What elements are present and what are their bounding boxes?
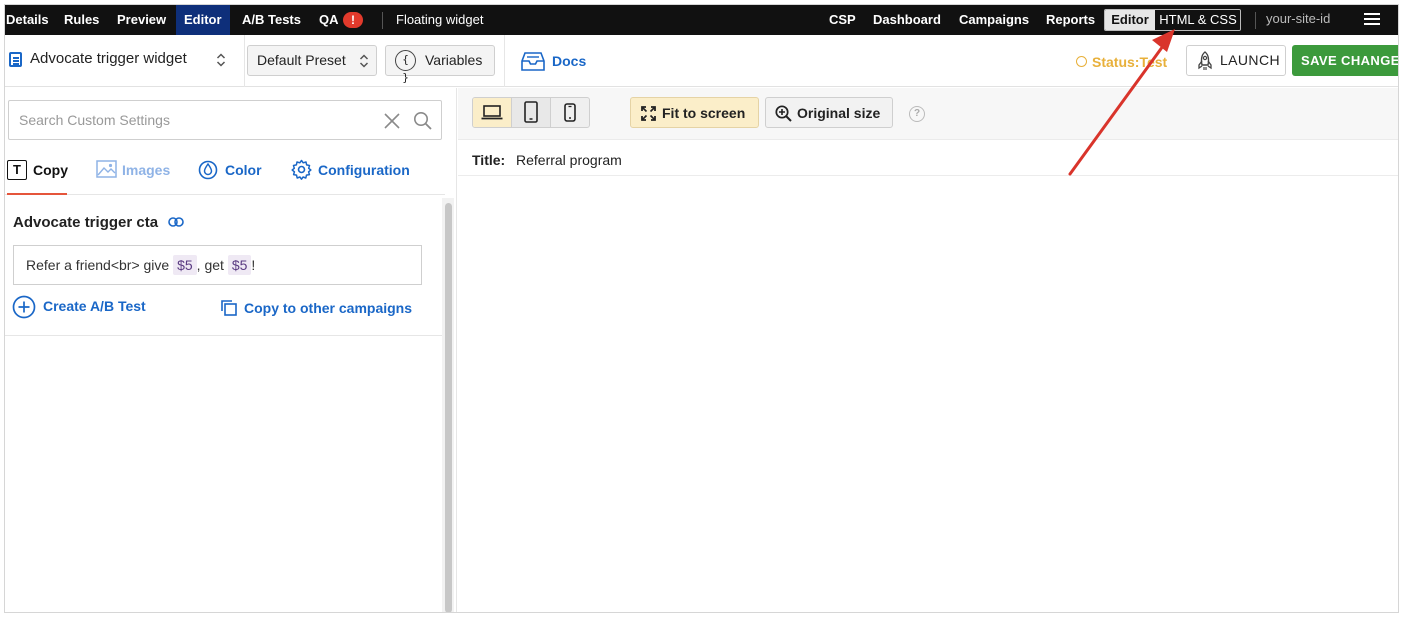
document-icon <box>9 52 22 67</box>
nav-preview[interactable]: Preview <box>115 5 168 35</box>
qa-alert-badge: ! <box>343 12 363 28</box>
text-icon: T <box>7 160 27 180</box>
color-drop-icon <box>198 160 218 180</box>
copy-other-label: Copy to other campaigns <box>244 300 413 316</box>
sort-arrows-icon <box>359 54 369 68</box>
image-icon <box>96 160 117 178</box>
nav-campaigns[interactable]: Campaigns <box>957 5 1031 35</box>
toolbar-divider <box>504 35 505 87</box>
preset-select[interactable]: Default Preset <box>247 45 377 76</box>
original-size-button[interactable]: Original size <box>765 97 893 128</box>
setting-text-part: , get <box>196 257 228 273</box>
nav-csp[interactable]: CSP <box>827 5 858 35</box>
widget-name: Advocate trigger widget <box>30 50 187 67</box>
save-changes-button[interactable]: SAVE CHANGES <box>1292 45 1398 76</box>
device-switcher <box>472 97 590 128</box>
variables-icon: { } <box>395 50 416 84</box>
setting-text-part: Refer a friend<br> give <box>26 257 174 273</box>
copy-icon <box>221 300 237 316</box>
launch-button[interactable]: LAUNCH <box>1186 45 1286 76</box>
tab-label: Images <box>122 162 171 178</box>
tab-label: Color <box>225 162 262 178</box>
tab-images[interactable]: Images <box>96 150 176 195</box>
search-input[interactable] <box>19 101 369 139</box>
preset-label: Default Preset <box>257 52 346 68</box>
original-size-label: Original size <box>797 105 881 121</box>
preview-title-row: Title: Referral program <box>458 141 1398 176</box>
hamburger-icon[interactable] <box>1364 13 1380 26</box>
setting-text-part: ! <box>251 257 256 273</box>
nav-qa[interactable]: QA <box>317 5 341 35</box>
nav-divider <box>382 12 383 29</box>
nav-details[interactable]: Details <box>5 5 53 35</box>
fit-screen-icon <box>641 106 656 121</box>
fit-to-screen-button[interactable]: Fit to screen <box>630 97 759 128</box>
nav-dashboard[interactable]: Dashboard <box>871 5 943 35</box>
scrollbar-thumb[interactable] <box>445 203 452 612</box>
search-box <box>8 100 442 140</box>
title-key: Title: <box>472 152 506 168</box>
status-dot-icon <box>1076 56 1087 67</box>
search-icon[interactable] <box>413 111 433 131</box>
nav-reports[interactable]: Reports <box>1044 5 1097 35</box>
gear-icon <box>291 159 312 180</box>
setting-title: Advocate trigger cta <box>13 214 159 231</box>
settings-tabs: T Copy Images Color Configuration <box>5 150 445 195</box>
laptop-icon <box>481 105 503 120</box>
zoom-in-icon <box>775 105 792 122</box>
settings-panel: T Copy Images Color <box>5 88 457 612</box>
nav-rules[interactable]: Rules <box>62 5 101 35</box>
tab-configuration[interactable]: Configuration <box>291 150 421 195</box>
device-tablet-button[interactable] <box>512 98 551 127</box>
variables-button[interactable]: { } Variables <box>385 45 495 84</box>
create-ab-label: Create A/B Test <box>43 298 146 314</box>
launch-label: LAUNCH <box>1220 52 1280 68</box>
plus-circle-icon <box>12 295 36 319</box>
setting-text-field[interactable]: Refer a friend<br> give $5, get $5! <box>13 245 422 285</box>
variable-chip[interactable]: $5 <box>227 255 252 275</box>
fit-to-screen-label: Fit to screen <box>662 105 746 121</box>
nav-editor[interactable]: Editor <box>176 5 230 35</box>
setting-item: Advocate trigger cta Refer a friend<br> … <box>5 196 445 336</box>
clear-icon[interactable] <box>383 112 401 130</box>
top-nav-bar: Details Rules Preview Editor A/B Tests Q… <box>5 5 1398 35</box>
docs-inbox-icon <box>521 52 545 71</box>
nav-ab-tests[interactable]: A/B Tests <box>240 5 303 35</box>
editor-mode-toggle: Editor HTML & CSS <box>1104 9 1241 31</box>
tab-copy[interactable]: T Copy <box>7 150 68 195</box>
status-text: Status:Test <box>1092 54 1168 70</box>
preview-area: Fit to screen Original size ? Title: Ref… <box>458 88 1398 612</box>
docs-label: Docs <box>552 53 587 69</box>
device-desktop-button[interactable] <box>473 98 512 127</box>
device-mobile-button[interactable] <box>551 98 589 127</box>
tab-color[interactable]: Color <box>197 150 267 195</box>
app-window: Details Rules Preview Editor A/B Tests Q… <box>4 4 1399 613</box>
campaign-type-label: Floating widget <box>396 12 484 27</box>
tab-label: Copy <box>33 162 68 178</box>
link-icon[interactable] <box>168 216 184 228</box>
variables-label: Variables <box>425 52 483 68</box>
site-id-label: your-site-id <box>1266 11 1331 26</box>
editor-mode-visual[interactable]: Editor <box>1105 10 1155 30</box>
tablet-icon <box>524 101 538 123</box>
editor-toolbar: Advocate trigger widget Default Preset {… <box>5 35 1398 87</box>
title-value: Referral program <box>516 152 622 168</box>
variable-chip[interactable]: $5 <box>173 255 197 275</box>
toolbar-divider <box>244 35 245 87</box>
editor-mode-html-css[interactable]: HTML & CSS <box>1155 10 1240 30</box>
rocket-icon <box>1198 51 1212 70</box>
tab-label: Configuration <box>318 162 410 178</box>
help-icon[interactable]: ? <box>909 106 925 122</box>
preview-toolbar: Fit to screen Original size ? <box>458 88 1398 140</box>
phone-icon <box>564 103 576 122</box>
nav-divider <box>1255 12 1256 29</box>
sort-arrows-icon <box>216 53 226 67</box>
